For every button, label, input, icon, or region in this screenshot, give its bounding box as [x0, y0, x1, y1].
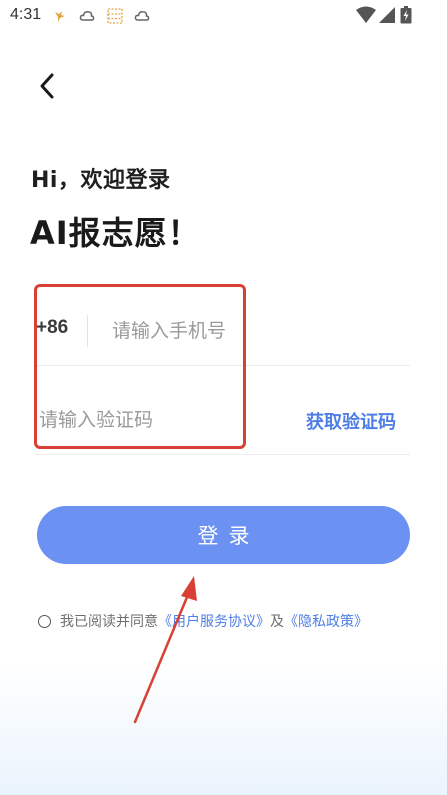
chevron-left-icon	[40, 73, 54, 99]
verification-code-input[interactable]	[39, 406, 259, 434]
verification-code-row: 获取验证码	[36, 376, 410, 455]
battery-icon	[400, 6, 412, 24]
grid-icon	[107, 8, 123, 24]
user-agreement-link[interactable]: 《用户服务协议》	[158, 611, 270, 631]
divider	[87, 315, 88, 347]
greeting-text: Hi，欢迎登录	[31, 168, 171, 193]
phone-row: +86	[36, 287, 410, 366]
country-code[interactable]: +86	[36, 317, 68, 339]
cloud-icon	[134, 11, 150, 21]
wifi-icon	[356, 6, 376, 23]
agreement-prefix: 我已阅读并同意	[60, 614, 158, 630]
back-button[interactable]	[32, 70, 64, 102]
signal-icon	[379, 7, 395, 23]
bird-icon	[55, 11, 65, 22]
agreement-conjunction: 及	[270, 614, 284, 630]
agreement-row: 我已阅读并同意 《用户服务协议》 及 《隐私政策》	[38, 611, 368, 631]
phone-input[interactable]	[112, 317, 312, 345]
agreement-checkbox[interactable]	[38, 614, 51, 628]
page-title: AI报志愿！	[30, 214, 201, 252]
privacy-policy-link[interactable]: 《隐私政策》	[284, 611, 368, 631]
login-button[interactable]: 登录	[37, 506, 410, 564]
cloud-icon	[79, 11, 95, 21]
get-code-button[interactable]: 获取验证码	[306, 408, 396, 434]
status-time: 4:31	[10, 6, 42, 23]
status-bar: 4:31	[0, 0, 447, 34]
